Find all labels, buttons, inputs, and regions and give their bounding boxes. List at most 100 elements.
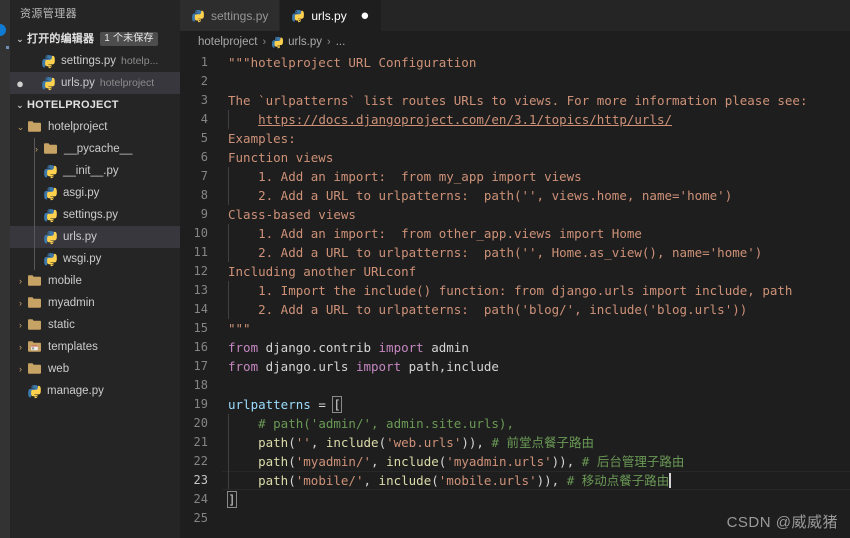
code-line[interactable]: 8 2. Add a URL to urlpatterns: path('', … — [180, 186, 850, 205]
code-line[interactable]: 6 Function views — [180, 148, 850, 167]
python-icon — [41, 54, 56, 69]
python-icon — [41, 76, 56, 91]
tree-item-hotelproject[interactable]: ⌄ hotelproject — [10, 116, 180, 138]
code-line[interactable]: 14 2. Add a URL to urlpatterns: path('bl… — [180, 300, 850, 319]
code-token-str: Including another URLconf — [228, 264, 417, 279]
code-token-str: 'myadmin.urls' — [446, 454, 552, 469]
tab-bar: settings.py urls.py ● — [180, 0, 850, 31]
code-line[interactable]: 4 https://docs.djangoproject.com/en/3.1/… — [180, 110, 850, 129]
code-token-plain: ( — [288, 435, 296, 450]
line-number: 12 — [193, 264, 208, 278]
code-line[interactable]: 18 — [180, 376, 850, 395]
code-line[interactable]: 19 urlpatterns = [ — [180, 395, 850, 414]
workspace-folder-header[interactable]: ⌄ HOTELPROJECT — [10, 94, 180, 116]
line-number: 14 — [193, 302, 208, 316]
code-token-str: """hotelproject URL Configuration — [228, 55, 477, 70]
python-icon — [291, 9, 305, 23]
code-line-content: 1. Add an import: from my_app import vie… — [222, 167, 582, 186]
tree-item-wsgi-py[interactable]: › wsgi.py — [10, 248, 180, 270]
breadcrumb-item-folder[interactable]: hotelproject — [198, 36, 257, 48]
code-token-kw: from — [228, 340, 259, 355]
code-line[interactable]: 9 Class-based views — [180, 205, 850, 224]
tree-item-static[interactable]: › static — [10, 314, 180, 336]
code-line[interactable]: 15 """ — [180, 319, 850, 338]
tree-item-asgi-py[interactable]: › asgi.py — [10, 182, 180, 204]
open-editors-list: ● settings.py hotelp... ● urls.py hotelprojec… — [10, 50, 180, 94]
indent-guide — [228, 471, 229, 490]
activity-bar[interactable] — [0, 0, 10, 538]
indent-guide — [228, 433, 229, 452]
tab-settings-py[interactable]: settings.py — [180, 0, 281, 31]
indent-guide — [228, 186, 229, 205]
code-line[interactable]: 3 The `urlpatterns` list routes URLs to v… — [180, 91, 850, 110]
breadcrumb-item-symbol[interactable]: ... — [336, 36, 346, 48]
code-token-com: # 移动点餐子路由 — [566, 473, 670, 488]
tree-item-label: wsgi.py — [63, 253, 102, 265]
code-line[interactable]: 13 1. Import the include() function: fro… — [180, 281, 850, 300]
folder-icon — [43, 142, 59, 156]
tree-item-mobile[interactable]: › mobile — [10, 270, 180, 292]
code-line-content: path('', include('web.urls')), # 前堂点餐子路由 — [222, 433, 594, 452]
code-line[interactable]: 11 2. Add a URL to urlpatterns: path('',… — [180, 243, 850, 262]
code-token-plain: ( — [288, 473, 296, 488]
tree-item-web[interactable]: › web — [10, 358, 180, 380]
chevron-right-icon[interactable]: › — [14, 298, 27, 308]
code-line[interactable]: 1 """hotelproject URL Configuration — [180, 53, 850, 72]
open-editor-item-urls-py[interactable]: ● urls.py hotelproject — [10, 72, 180, 94]
tree-item---pycache--[interactable]: › __pycache__ — [10, 138, 180, 160]
code-line[interactable]: 10 1. Add an import: from other_app.view… — [180, 224, 850, 243]
tab-dirty-icon[interactable]: ● — [357, 8, 373, 23]
code-line[interactable]: 7 1. Add an import: from my_app import v… — [180, 167, 850, 186]
code-line[interactable]: 2 — [180, 72, 850, 91]
chevron-right-icon: › — [30, 166, 43, 176]
chevron-right-icon[interactable]: › — [14, 342, 27, 352]
code-line[interactable]: 5 Examples: — [180, 129, 850, 148]
code-line[interactable]: 16 from django.contrib import admin — [180, 338, 850, 357]
tree-item-templates[interactable]: › templates — [10, 336, 180, 358]
editor-group: settings.py urls.py ● hotelproject › urls.… — [180, 0, 850, 538]
code-line[interactable]: 20 # path('admin/', admin.site.urls), — [180, 414, 850, 433]
python-icon — [43, 186, 58, 201]
code-token-kw: import — [355, 359, 402, 374]
watermark: CSDN @威威猪 — [726, 514, 838, 531]
code-token-plain: ( — [431, 473, 439, 488]
code-line[interactable]: 23 path('mobile/', include('mobile.urls'… — [180, 471, 850, 490]
code-line[interactable]: 17 from django.urls import path,include — [180, 357, 850, 376]
open-editor-folder: hotelp... — [120, 55, 159, 67]
tree-item---init---py[interactable]: › __init__.py — [10, 160, 180, 182]
folder-icon — [27, 274, 43, 288]
code-line[interactable]: 21 path('', include('web.urls')), # 前堂点餐… — [180, 433, 850, 452]
code-token-str: The `urlpatterns` list routes URLs to vi… — [228, 93, 808, 108]
code-token-str: 'mobile.urls' — [438, 473, 537, 488]
open-editor-item-settings-py[interactable]: ●settings.pyhotelp... — [10, 50, 180, 72]
tree-item-myadmin[interactable]: › myadmin — [10, 292, 180, 314]
indent-guide — [228, 243, 229, 262]
code-token-str: 'web.urls' — [386, 435, 462, 450]
code-line[interactable]: 22 path('myadmin/', include('myadmin.url… — [180, 452, 850, 471]
line-number: 4 — [200, 112, 208, 126]
code-line[interactable]: 24] — [180, 490, 850, 509]
chevron-right-icon[interactable]: › — [14, 364, 27, 374]
line-number: 24 — [193, 492, 208, 506]
tree-item-settings-py[interactable]: › settings.py — [10, 204, 180, 226]
code-token-str: 1. Add an import: from other_app.views i… — [228, 226, 642, 241]
python-icon — [43, 208, 58, 223]
breadcrumb-item-file[interactable]: urls.py — [288, 36, 322, 48]
code-token-str: Function views — [228, 150, 334, 165]
chevron-right-icon[interactable]: › — [14, 276, 27, 286]
chevron-right-icon[interactable]: › — [14, 320, 27, 330]
code-token-str: 2. Add a URL to urlpatterns: path('', Ho… — [228, 245, 763, 260]
breadcrumb[interactable]: hotelproject › urls.py › ... — [180, 31, 850, 53]
code-line-content: 2. Add a URL to urlpatterns: path('', vi… — [222, 186, 732, 205]
chevron-right-icon: › — [30, 232, 43, 242]
tree-item-manage-py[interactable]: › manage.py — [10, 380, 180, 402]
code-line[interactable]: 12 Including another URLconf — [180, 262, 850, 281]
chevron-down-icon[interactable]: ⌄ — [14, 122, 27, 133]
tab-urls-py[interactable]: urls.py ● — [280, 0, 382, 31]
explorer-sidebar[interactable]: 资源管理器 ⌄ 打开的编辑器 1 个未保存 ● settings.py hotelp… — [10, 0, 180, 538]
code-editor[interactable]: 1 """hotelproject URL Configuration 2 3 The … — [180, 53, 850, 528]
chevron-right-icon[interactable]: › — [30, 144, 43, 154]
tree-item-urls-py[interactable]: › urls.py — [10, 226, 180, 248]
open-editors-header[interactable]: ⌄ 打开的编辑器 1 个未保存 — [10, 28, 180, 50]
